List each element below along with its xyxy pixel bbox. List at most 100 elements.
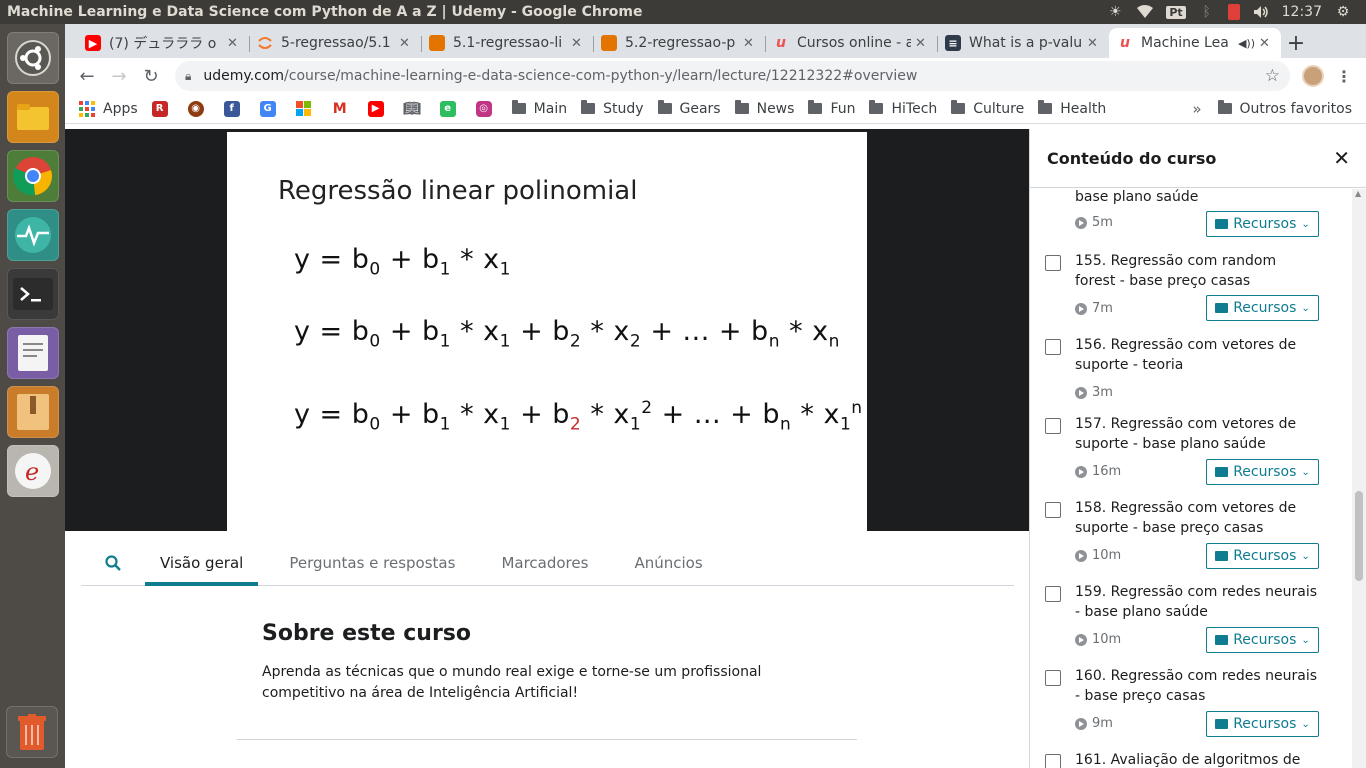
folder-icon	[951, 100, 966, 114]
system-monitor-icon[interactable]	[6, 209, 59, 261]
profile-avatar[interactable]	[1302, 65, 1324, 87]
browser-tab[interactable]: u Cursos online - a ✕	[765, 28, 937, 58]
divider	[237, 739, 857, 740]
sidebar-scrollbar[interactable]: ▲	[1352, 189, 1366, 768]
bookmark-facebook-icon[interactable]: f	[223, 100, 246, 117]
lecture-item[interactable]: 159. Regressão com redes neurais - base …	[1030, 582, 1350, 666]
bookmark-folder-main[interactable]: Main	[511, 100, 567, 117]
tab-title: 5-regressao/5.1	[281, 35, 391, 51]
close-tab-icon[interactable]: ✕	[571, 36, 585, 51]
close-tab-icon[interactable]: ✕	[1087, 36, 1101, 51]
close-tab-icon[interactable]: ✕	[227, 36, 241, 51]
close-tab-icon[interactable]: ✕	[1259, 36, 1273, 51]
resources-button[interactable]: Recursos ⌄	[1206, 295, 1319, 321]
bookmark-youtube-icon[interactable]: ▶	[367, 100, 390, 117]
bookmark-star-icon[interactable]: ☆	[1265, 66, 1280, 86]
browser-tab[interactable]: ▶ (7) デュラララ o ✕	[77, 28, 249, 58]
battery-icon[interactable]	[1227, 4, 1240, 20]
bookmark-reader-icon[interactable]: 📖︎	[403, 101, 426, 117]
video-player[interactable]: Regressão linear polinomial y = b0 + b1 …	[65, 129, 1029, 531]
tab-questions-answers[interactable]: Perguntas e respostas	[274, 540, 470, 586]
reload-button[interactable]: ↻	[135, 60, 167, 92]
volume-icon[interactable]	[1252, 4, 1270, 20]
wifi-icon[interactable]	[1136, 4, 1154, 20]
back-button[interactable]: ←	[71, 60, 103, 92]
text-editor-icon[interactable]	[6, 327, 59, 379]
browser-tab[interactable]: 5.2-regressao-p ✕	[593, 28, 765, 58]
lecture-checkbox[interactable]	[1045, 418, 1061, 434]
clock[interactable]: 12:37	[1282, 4, 1322, 20]
resources-button[interactable]: Recursos ⌄	[1206, 627, 1319, 653]
lecture-item[interactable]: 158. Regressão com vetores de suporte - …	[1030, 498, 1350, 582]
keyboard-layout-indicator[interactable]: Pt	[1166, 5, 1186, 19]
speaker-icon[interactable]: ◀))	[1238, 37, 1255, 50]
lecture-item[interactable]: 161. Avaliação de algoritmos de	[1030, 750, 1350, 768]
bookmark-folder-news[interactable]: News	[734, 100, 794, 117]
lecture-item[interactable]: 160. Regressão com redes neurais - base …	[1030, 666, 1350, 750]
browser-tab[interactable]: ≡ What is a p-valu ✕	[937, 28, 1109, 58]
bookmark-folder-study[interactable]: Study	[581, 100, 644, 117]
bookmark-folder-fun[interactable]: Fun	[808, 100, 855, 117]
chrome-menu-icon[interactable]: ⋮	[1336, 67, 1352, 86]
lecture-item[interactable]: base plano saúde 5m Recursos ⌄	[1030, 189, 1350, 251]
forward-button[interactable]: →	[103, 60, 135, 92]
bookmark-globe-icon[interactable]: ◉	[187, 100, 210, 117]
close-sidebar-icon[interactable]: ✕	[1333, 146, 1350, 170]
tab-announcements[interactable]: Anúncios	[619, 540, 717, 586]
close-tab-icon[interactable]: ✕	[743, 36, 757, 51]
about-heading: Sobre este curso	[262, 621, 472, 646]
power-gear-icon[interactable]: ⚙	[1334, 4, 1352, 20]
ebook-reader-icon[interactable]: e	[6, 445, 59, 497]
lecture-checkbox[interactable]	[1045, 586, 1061, 602]
close-tab-icon[interactable]: ✕	[915, 36, 929, 51]
files-icon[interactable]	[6, 91, 59, 143]
bookmark-evernote-icon[interactable]: e	[439, 100, 462, 117]
lock-icon[interactable]: 🔒︎	[185, 69, 191, 84]
bluetooth-icon[interactable]: ᛒ	[1198, 4, 1216, 20]
bookmark-apps[interactable]: Apps	[79, 100, 138, 117]
bookmark-folder-health[interactable]: Health	[1038, 100, 1106, 117]
lecture-item[interactable]: 157. Regressão com vetores de suporte - …	[1030, 414, 1350, 498]
chevron-down-icon: ⌄	[1301, 466, 1310, 478]
resources-button[interactable]: Recursos ⌄	[1206, 711, 1319, 737]
play-icon	[1075, 216, 1087, 229]
bookmarks-overflow-button[interactable]: »	[1192, 100, 1201, 118]
search-icon[interactable]	[81, 540, 145, 586]
lecture-item[interactable]: 156. Regressão com vetores de suporte - …	[1030, 335, 1350, 414]
lecture-checkbox[interactable]	[1045, 255, 1061, 271]
browser-tab[interactable]: 5-regressao/5.1 ✕	[249, 28, 421, 58]
bookmark-folder-culture[interactable]: Culture	[951, 100, 1024, 117]
new-tab-button[interactable]: +	[1281, 28, 1311, 58]
bookmark-gmail-icon[interactable]: M	[332, 101, 354, 117]
archive-manager-icon[interactable]	[6, 386, 59, 438]
tab-bookmarks[interactable]: Marcadores	[486, 540, 603, 586]
lecture-checkbox[interactable]	[1045, 339, 1061, 355]
lecture-title: 161. Avaliação de algoritmos de	[1075, 752, 1301, 768]
lecture-item[interactable]: 155. Regressão com random forest - base …	[1030, 251, 1350, 335]
bookmark-folder-gears[interactable]: Gears	[657, 100, 721, 117]
close-tab-icon[interactable]: ✕	[399, 36, 413, 51]
browser-tab[interactable]: 5.1-regressao-li ✕	[421, 28, 593, 58]
address-bar[interactable]: 🔒︎ udemy.com /course/machine-learning-e-…	[175, 61, 1290, 91]
resources-button[interactable]: Recursos ⌄	[1206, 211, 1319, 237]
scroll-up-icon[interactable]: ▲	[1355, 189, 1361, 198]
bookmark-folder-hitech[interactable]: HiTech	[869, 100, 937, 117]
trash-icon[interactable]	[6, 706, 58, 758]
lecture-checkbox[interactable]	[1045, 670, 1061, 686]
ubuntu-dash-icon[interactable]	[6, 32, 59, 84]
scrollbar-thumb[interactable]	[1355, 491, 1363, 581]
bookmark-microsoft-icon[interactable]	[296, 100, 318, 117]
bookmark-translate-icon[interactable]: G	[259, 100, 282, 117]
bookmark-r-icon[interactable]: R	[151, 100, 174, 117]
bookmark-instagram-icon[interactable]: ◎	[475, 100, 498, 117]
tab-overview[interactable]: Visão geral	[145, 540, 259, 586]
brightness-icon[interactable]: ☀	[1106, 4, 1124, 20]
bookmark-other-favorites[interactable]: Outros favoritos	[1217, 100, 1352, 117]
resources-button[interactable]: Recursos ⌄	[1206, 459, 1319, 485]
chrome-icon[interactable]	[6, 150, 59, 202]
browser-tab-active[interactable]: u Machine Lea ◀)) ✕	[1109, 28, 1281, 58]
lecture-checkbox[interactable]	[1045, 502, 1061, 518]
resources-button[interactable]: Recursos ⌄	[1206, 543, 1319, 569]
terminal-icon[interactable]	[6, 268, 59, 320]
lecture-checkbox[interactable]	[1045, 754, 1061, 768]
